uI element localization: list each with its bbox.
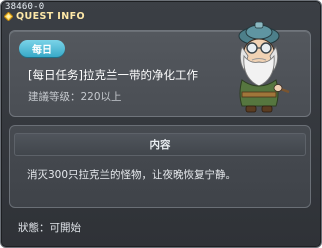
quest-title: [每日任务]拉克兰一带的净化工作 [28, 68, 198, 82]
quest-status: 狀態：可開始 [18, 222, 81, 234]
quest-diamond-icon [4, 12, 13, 21]
window-title-bar[interactable]: QUEST INFO [4, 11, 85, 22]
quest-description: 消灭300只拉克兰的怪物，让夜晚恢复宁静。 [27, 169, 237, 181]
old-sage-npc-portrait [238, 22, 290, 113]
window-title: QUEST INFO [16, 11, 85, 22]
daily-badge: 每日 [19, 40, 65, 57]
level-requirement: 建議等级：220以上 [28, 91, 122, 103]
content-header: 内容 [14, 133, 306, 156]
